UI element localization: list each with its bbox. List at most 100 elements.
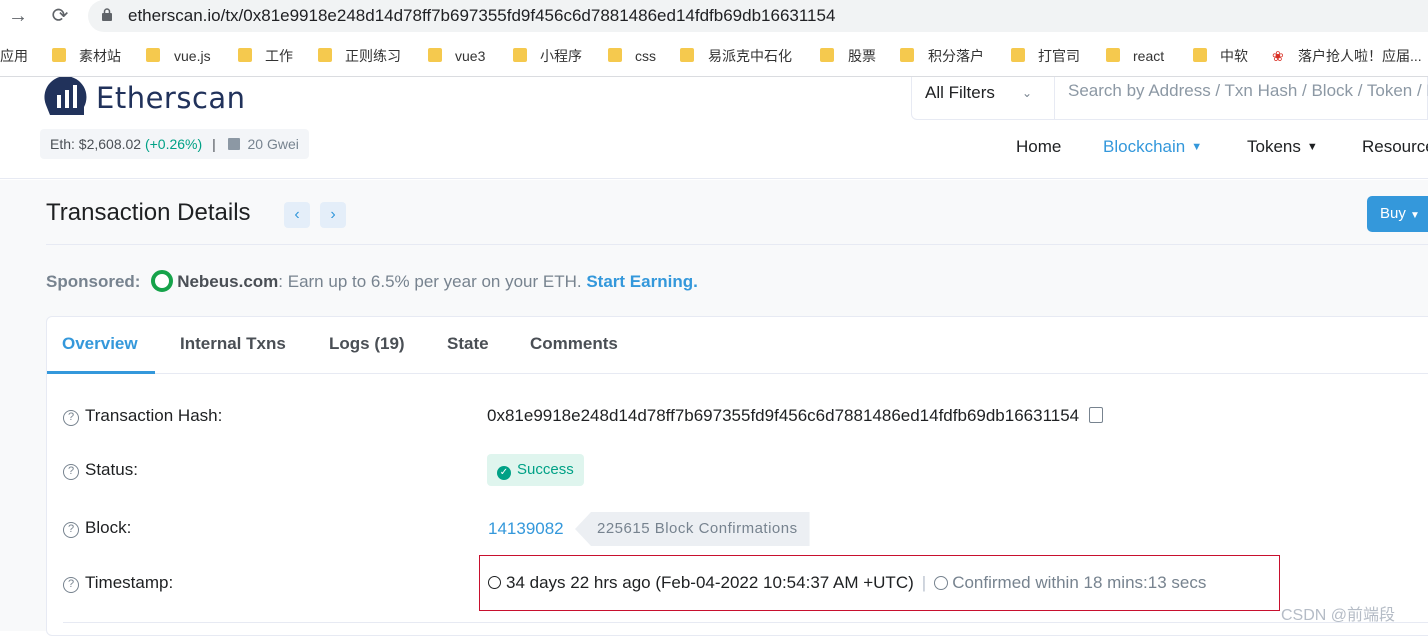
bookmark-item[interactable]: 股票 xyxy=(848,46,876,66)
tab-internal-txns[interactable]: Internal Txns xyxy=(180,334,286,354)
folder-icon xyxy=(1106,48,1120,62)
eth-price: Eth: $2,608.02 xyxy=(50,136,142,152)
bookmark-item[interactable]: 打官司 xyxy=(1038,46,1080,66)
block-confirmations: 225615 Block Confirmations xyxy=(575,512,810,546)
help-icon[interactable]: ? xyxy=(63,577,79,593)
tab-state[interactable]: State xyxy=(447,334,489,354)
sponsor-brand[interactable]: Nebeus.com xyxy=(177,272,278,291)
bookmark-item[interactable]: 正则练习 xyxy=(345,46,401,66)
nav-blockchain[interactable]: Blockchain ▼ xyxy=(1103,137,1202,157)
page-title: Transaction Details xyxy=(46,199,251,226)
copy-icon[interactable] xyxy=(1089,407,1104,423)
tab-bar: Overview Internal Txns Logs (19) State C… xyxy=(47,317,1428,374)
folder-icon xyxy=(1011,48,1025,62)
bookmark-item[interactable]: 工作 xyxy=(265,46,293,66)
transaction-card: Overview Internal Txns Logs (19) State C… xyxy=(46,316,1428,636)
hash-value-row: 0x81e9918e248d14d78ff7b697355fd9f456c6d7… xyxy=(487,406,1104,426)
help-icon[interactable]: ? xyxy=(63,522,79,538)
weibo-icon: ❀ xyxy=(1272,48,1284,64)
block-number-link[interactable]: 14139082 xyxy=(488,519,564,539)
reload-icon[interactable]: ⟳ xyxy=(48,4,72,28)
status-badge: ✓ Success xyxy=(487,454,584,486)
divider xyxy=(63,622,1428,623)
filter-label: All Filters xyxy=(925,83,995,102)
search-bar: All Filters ⌄ Search by Address / Txn Ha… xyxy=(911,77,1428,120)
site-header: Etherscan Eth: $2,608.02 (+0.26%) | 20 G… xyxy=(0,77,1428,179)
address-bar[interactable]: etherscan.io/tx/0x81e9918e248d14d78ff7b6… xyxy=(88,0,1428,32)
folder-icon xyxy=(900,48,914,62)
timestamp-highlight-box: 34 days 22 hrs ago (Feb-04-2022 10:54:37… xyxy=(479,555,1280,611)
timestamp-value-row: 34 days 22 hrs ago (Feb-04-2022 10:54:37… xyxy=(488,573,1206,593)
timer-icon xyxy=(934,576,949,590)
gas-pump-icon xyxy=(227,138,240,150)
url-text[interactable]: etherscan.io/tx/0x81e9918e248d14d78ff7b6… xyxy=(128,6,835,26)
tab-logs[interactable]: Logs (19) xyxy=(329,334,405,354)
block-label: Block: xyxy=(85,518,132,537)
timestamp-label-row: ? Timestamp: xyxy=(63,573,173,593)
status-label: Status: xyxy=(85,460,138,479)
hash-label-row: ? Transaction Hash: xyxy=(63,406,222,426)
chevron-down-icon: ▼ xyxy=(1306,141,1318,153)
tab-comments[interactable]: Comments xyxy=(530,334,618,354)
bookmark-item[interactable]: css xyxy=(635,46,656,66)
timestamp-label: Timestamp: xyxy=(85,573,174,592)
active-tab-indicator xyxy=(47,371,155,374)
sponsored-label: Sponsored: xyxy=(46,272,141,291)
help-icon[interactable]: ? xyxy=(63,464,79,480)
nav-label: Blockchain xyxy=(1103,137,1186,156)
bookmark-item[interactable]: 素材站 xyxy=(79,46,121,66)
hash-label: Transaction Hash: xyxy=(85,406,223,425)
folder-icon xyxy=(318,48,332,62)
gas-price[interactable]: 20 Gwei xyxy=(247,136,298,152)
lock-icon xyxy=(102,8,112,21)
bookmark-item[interactable]: 落户抢人啦！应届... xyxy=(1298,46,1422,66)
eth-change: (+0.26%) xyxy=(144,136,203,152)
folder-icon xyxy=(146,48,160,62)
help-icon[interactable]: ? xyxy=(63,410,79,426)
buy-button[interactable]: Buy ▼ xyxy=(1367,196,1428,232)
sponsored-banner: Sponsored: Nebeus.com: Earn up to 6.5% p… xyxy=(46,270,698,292)
prev-tx-button[interactable]: ‹ xyxy=(284,202,310,228)
bookmark-item[interactable]: 易派克中石化 xyxy=(708,46,792,66)
folder-icon xyxy=(428,48,442,62)
chevron-down-icon: ⌄ xyxy=(1022,86,1033,100)
folder-icon xyxy=(513,48,527,62)
chevron-down-icon: ▼ xyxy=(1410,210,1420,221)
nav-resources[interactable]: Resources xyxy=(1362,137,1428,157)
bookmark-apps[interactable]: 应用 xyxy=(0,46,28,66)
nebeus-logo-icon xyxy=(151,270,174,292)
separator: | xyxy=(921,573,927,592)
search-input[interactable]: Search by Address / Txn Hash / Block / T… xyxy=(1068,81,1428,101)
logo-text[interactable]: Etherscan xyxy=(96,81,246,115)
bookmarks-bar: 应用 素材站 vue.js 工作 正则练习 vue3 小程序 css 易派克中石… xyxy=(0,42,1428,70)
bookmark-item[interactable]: vue.js xyxy=(174,46,211,66)
tx-hash: 0x81e9918e248d14d78ff7b697355fd9f456c6d7… xyxy=(487,406,1080,425)
status-value: Success xyxy=(517,461,574,478)
bookmark-item[interactable]: react xyxy=(1133,46,1164,66)
back-arrow-icon[interactable]: → xyxy=(6,4,30,28)
nav-label: Tokens xyxy=(1247,137,1301,156)
divider xyxy=(46,244,1428,245)
nav-tokens[interactable]: Tokens ▼ xyxy=(1247,137,1318,157)
bookmark-item[interactable]: 积分落户 xyxy=(928,46,984,66)
block-label-row: ? Block: xyxy=(63,518,131,538)
buy-label: Buy xyxy=(1380,205,1406,222)
browser-toolbar: → ⟳ etherscan.io/tx/0x81e9918e248d14d78f… xyxy=(0,0,1428,32)
timestamp-confirmed: Confirmed within 18 mins:13 secs xyxy=(952,573,1207,592)
status-label-row: ? Status: xyxy=(63,460,138,480)
next-tx-button[interactable]: › xyxy=(320,202,346,228)
check-circle-icon: ✓ xyxy=(497,466,511,480)
sponsor-cta-link[interactable]: Start Earning. xyxy=(586,272,697,291)
tab-overview[interactable]: Overview xyxy=(62,334,138,354)
nav-home[interactable]: Home xyxy=(1016,137,1061,157)
folder-icon xyxy=(680,48,694,62)
bookmark-item[interactable]: 中软 xyxy=(1220,46,1248,66)
folder-icon xyxy=(238,48,252,62)
folder-icon xyxy=(820,48,834,62)
bookmark-item[interactable]: vue3 xyxy=(455,46,485,66)
etherscan-logo-icon[interactable] xyxy=(44,77,90,115)
eth-price-badge: Eth: $2,608.02 (+0.26%) | 20 Gwei xyxy=(40,129,309,159)
filter-select[interactable]: All Filters ⌄ xyxy=(912,77,1055,119)
bookmark-item[interactable]: 小程序 xyxy=(540,46,582,66)
clock-icon xyxy=(488,576,501,589)
